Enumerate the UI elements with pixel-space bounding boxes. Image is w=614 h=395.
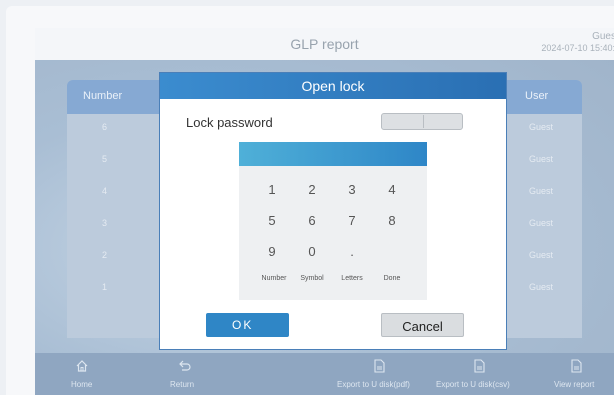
cancel-button[interactable]: Cancel xyxy=(381,313,464,337)
letters-mode-key[interactable]: Letters xyxy=(332,275,372,282)
current-user: Gues xyxy=(592,31,614,42)
export-pdf-label: Export to U disk(pdf) xyxy=(337,380,410,389)
row-number: 5 xyxy=(102,154,108,164)
column-header-number: Number xyxy=(83,90,123,102)
key-1[interactable]: 1 xyxy=(254,182,290,197)
key-0[interactable]: 0 xyxy=(294,244,330,259)
export-pdf-button[interactable]: Export to U disk(pdf) xyxy=(325,353,425,395)
key-4[interactable]: 4 xyxy=(374,182,410,197)
document-icon xyxy=(374,359,385,373)
row-number: 3 xyxy=(102,218,108,228)
row-user: Guest xyxy=(529,186,554,196)
column-header-user: User xyxy=(525,90,549,102)
document-icon xyxy=(474,359,485,373)
row-user: Guest xyxy=(529,154,554,164)
key-3[interactable]: 3 xyxy=(334,182,370,197)
document-icon xyxy=(571,359,582,373)
open-lock-dialog: Open lock Lock password 1 2 3 4 5 6 7 8 … xyxy=(159,72,507,350)
home-icon xyxy=(76,360,88,372)
title-bar: GLP report Gues 2024-07-10 15:40:2 xyxy=(35,28,614,60)
key-7[interactable]: 7 xyxy=(334,213,370,228)
numeric-keypad: 1 2 3 4 5 6 7 8 9 0 . Number Symbol Lett… xyxy=(239,142,427,300)
home-button[interactable]: Home xyxy=(53,353,123,395)
ok-label: OK xyxy=(232,318,254,332)
view-report-button[interactable]: View report xyxy=(540,353,610,395)
number-mode-key[interactable]: Number xyxy=(254,275,294,282)
cancel-label: Cancel xyxy=(402,319,443,334)
date-time: 2024-07-10 15:40:2 xyxy=(541,43,614,53)
row-user: Guest xyxy=(529,218,554,228)
ok-button[interactable]: OK xyxy=(206,313,289,337)
return-label: Return xyxy=(170,380,195,389)
bottom-toolbar: Home Return Export to U disk(pdf) Export… xyxy=(35,353,614,395)
export-csv-label: Export to U disk(csv) xyxy=(436,380,510,389)
page-title: GLP report xyxy=(290,36,359,52)
lock-password-label: Lock password xyxy=(186,115,273,130)
symbol-mode-key[interactable]: Symbol xyxy=(292,275,332,282)
key-dot[interactable]: . xyxy=(334,244,370,259)
row-user: Guest xyxy=(529,122,554,132)
dialog-title: Open lock xyxy=(301,78,365,94)
key-9[interactable]: 9 xyxy=(254,244,290,259)
row-number: 4 xyxy=(102,186,108,196)
row-user: Guest xyxy=(529,250,554,260)
view-report-label: View report xyxy=(554,380,595,389)
row-number: 2 xyxy=(102,250,108,260)
key-2[interactable]: 2 xyxy=(294,182,330,197)
key-8[interactable]: 8 xyxy=(374,213,410,228)
return-button[interactable]: Return xyxy=(150,353,220,395)
row-number: 1 xyxy=(102,282,108,292)
export-csv-button[interactable]: Export to U disk(csv) xyxy=(429,353,529,395)
dialog-title-bar: Open lock xyxy=(160,73,506,99)
done-key[interactable]: Done xyxy=(372,275,412,282)
key-6[interactable]: 6 xyxy=(294,213,330,228)
row-user: Guest xyxy=(529,282,554,292)
field-divider xyxy=(423,115,424,128)
row-number: 6 xyxy=(102,122,108,132)
lock-password-input[interactable] xyxy=(381,113,463,130)
keypad-header xyxy=(239,142,427,166)
key-5[interactable]: 5 xyxy=(254,213,290,228)
home-label: Home xyxy=(71,380,93,389)
return-icon xyxy=(179,360,191,371)
